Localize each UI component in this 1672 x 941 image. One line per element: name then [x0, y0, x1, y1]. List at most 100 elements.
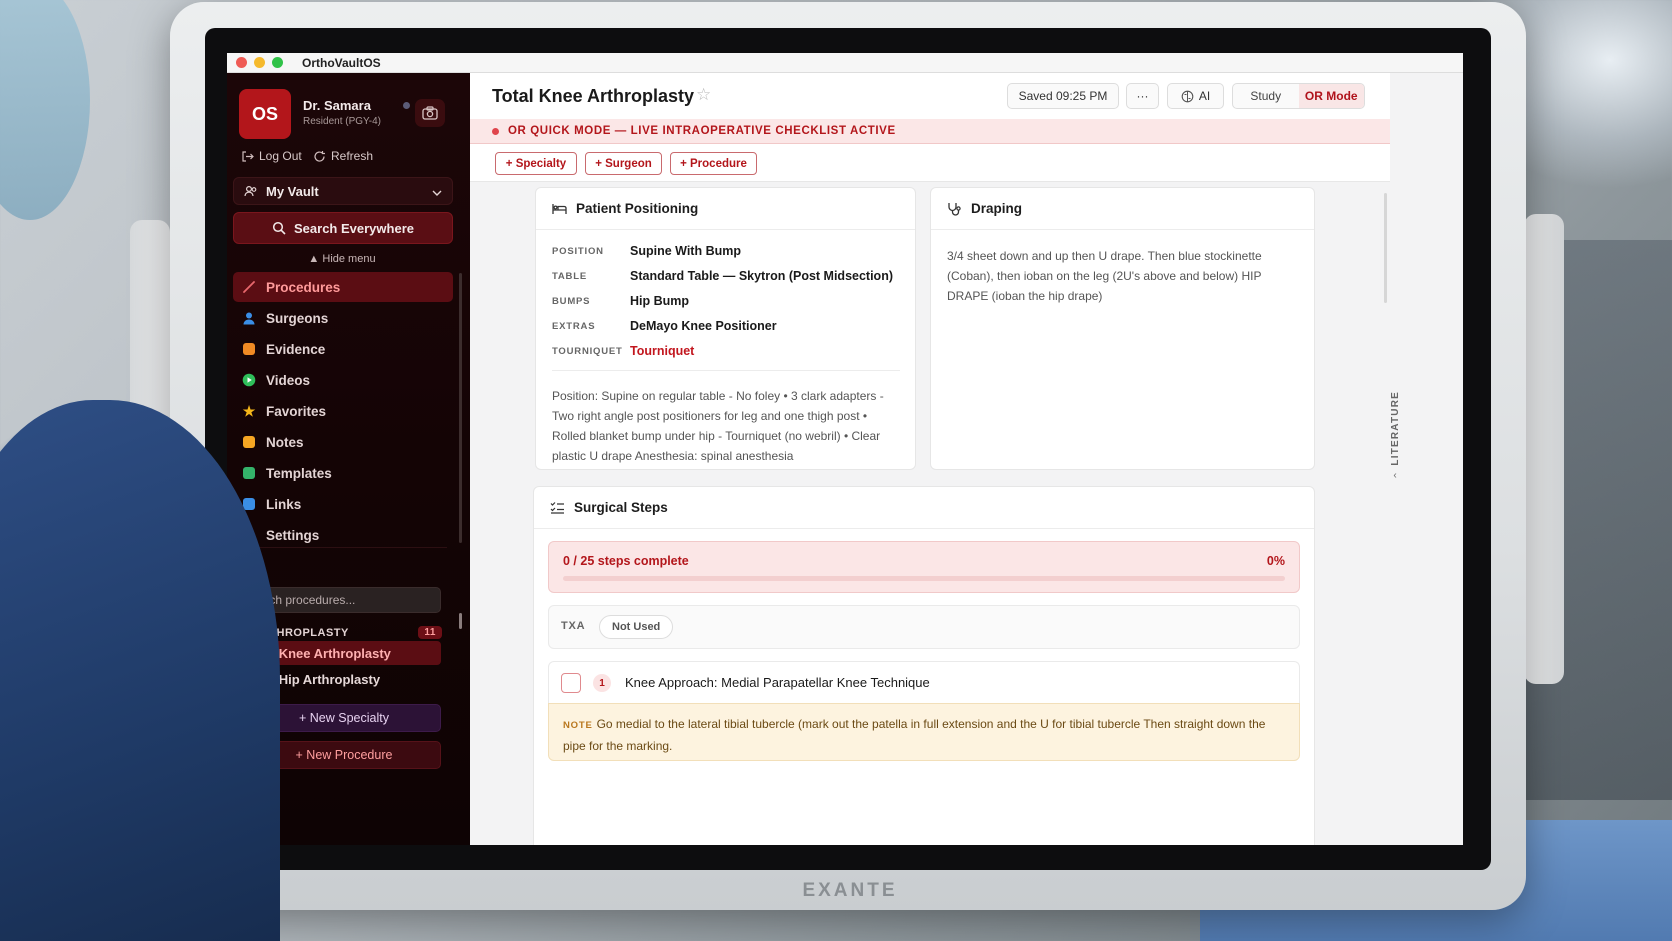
ai-label: AI: [1198, 89, 1211, 103]
hide-menu-toggle[interactable]: ▲ Hide menu: [227, 253, 457, 265]
progress-label: 0 / 25 steps complete: [563, 554, 689, 568]
camera-icon: [422, 106, 438, 120]
kv-key: POSITION: [552, 245, 604, 257]
tourniquet-row: TOURNIQUET Tourniquet: [552, 344, 694, 358]
or-banner-text: OR QUICK MODE — LIVE INTRAOPERATIVE CHEC…: [508, 125, 896, 137]
card-header: Surgical Steps: [534, 487, 1314, 529]
live-indicator-dot: [492, 127, 499, 135]
avatar[interactable]: OS: [239, 89, 291, 139]
study-mode-button[interactable]: Study: [1233, 84, 1299, 108]
kv-value: Hip Bump: [630, 294, 690, 308]
kv-key: TOURNIQUET: [552, 345, 623, 357]
page-title: Total Knee Arthroplasty: [492, 86, 695, 106]
user-name: Dr. Samara: [303, 98, 371, 113]
sidebar-item-surgeons[interactable]: Surgeons: [233, 303, 453, 333]
checklist-icon: [550, 502, 564, 514]
sidebar-item-procedures[interactable]: Procedures: [233, 272, 453, 302]
add-surgeon-button[interactable]: + Surgeon: [585, 152, 662, 175]
sidebar-item-label: Evidence: [266, 341, 326, 357]
monitor-brand: EXANTE: [802, 880, 898, 901]
caret-up-icon: ▲: [308, 253, 320, 265]
step-item: 1 Knee Approach: Medial Parapatellar Kne…: [548, 661, 1300, 703]
play-icon: [242, 373, 256, 387]
search-icon: [272, 221, 286, 235]
page-header: Total Knee Arthroplasty ☆ Saved 09:25 PM…: [470, 73, 1390, 119]
app-screen: OrthoVaultOS OS Dr. Samara Resident (PGY…: [227, 53, 1463, 845]
draping-card: Draping 3/4 sheet down and up then U dra…: [930, 187, 1315, 470]
position-row: POSITION Supine With Bump: [552, 244, 741, 258]
minimize-window-button[interactable]: [254, 57, 265, 68]
sidebar-item-favorites[interactable]: ★ Favorites: [233, 396, 453, 426]
sidebar-item-label: Procedures: [266, 279, 341, 295]
card-title: Draping: [971, 201, 1023, 216]
kv-value: Supine With Bump: [630, 244, 741, 258]
bed-icon: [552, 204, 567, 214]
note-tag: NOTE: [563, 720, 593, 731]
logout-label: Log Out: [259, 149, 302, 163]
txa-label: TXA: [561, 620, 586, 632]
status-dot: [403, 102, 410, 109]
add-procedure-button[interactable]: + Procedure: [670, 152, 757, 175]
bumps-row: BUMPS Hip Bump: [552, 294, 689, 308]
patient-positioning-card: Patient Positioning POSITION Supine With…: [535, 187, 916, 470]
sidebar-scrollbar[interactable]: [459, 273, 462, 543]
sidebar-item-settings[interactable]: ✷ Settings: [233, 520, 453, 550]
template-icon: [242, 466, 256, 480]
main-content: Total Knee Arthroplasty ☆ Saved 09:25 PM…: [470, 73, 1463, 845]
camera-button[interactable]: [415, 99, 445, 127]
vault-label: My Vault: [266, 183, 319, 199]
note-text: Go medial to the lateral tibial tubercle…: [563, 717, 1266, 753]
star-icon: ★: [242, 402, 256, 419]
logout-icon: [242, 150, 254, 162]
kv-key: EXTRAS: [552, 320, 596, 332]
card-header: Patient Positioning: [536, 188, 915, 230]
kv-value: DeMayo Knee Positioner: [630, 319, 777, 333]
sidebar-divider: [233, 547, 447, 548]
more-options-button[interactable]: ···: [1126, 83, 1159, 109]
card-header: Draping: [931, 188, 1314, 230]
ai-button[interactable]: AI: [1167, 83, 1224, 109]
sidebar-item-label: Links: [266, 496, 302, 512]
logout-button[interactable]: Log Out: [241, 149, 302, 163]
hide-menu-label: Hide menu: [322, 253, 376, 265]
txa-status-pill[interactable]: Not Used: [599, 615, 674, 639]
sidebar-nav: Procedures Surgeons Evidence Videos ★ Fa…: [233, 272, 453, 551]
add-specialty-button[interactable]: + Specialty: [495, 152, 577, 175]
sidebar-item-notes[interactable]: Notes: [233, 427, 453, 457]
sidebar-item-label: Surgeons: [266, 310, 329, 326]
maximize-window-button[interactable]: [272, 57, 283, 68]
progress-bar-track: [563, 576, 1285, 581]
sidebar-item-label: Notes: [266, 434, 304, 450]
step-number-badge: 1: [593, 674, 611, 692]
extras-row: EXTRAS DeMayo Knee Positioner: [552, 319, 777, 333]
or-mode-button[interactable]: OR Mode: [1298, 84, 1364, 108]
stethoscope-icon: [948, 202, 961, 216]
saved-status: Saved 09:25 PM: [1007, 83, 1119, 109]
chevron-left-icon: ‹: [1393, 469, 1397, 481]
main-scrollbar[interactable]: [1384, 193, 1387, 303]
steps-progress: 0 / 25 steps complete 0%: [548, 541, 1300, 593]
sidebar-item-evidence[interactable]: Evidence: [233, 334, 453, 364]
background-surgeon-mask: [0, 0, 90, 220]
refresh-button[interactable]: Refresh: [313, 149, 373, 163]
sidebar-item-videos[interactable]: Videos: [233, 365, 453, 395]
favorite-star-icon[interactable]: ☆: [696, 85, 711, 105]
sidebar-item-templates[interactable]: Templates: [233, 458, 453, 488]
divider: [552, 370, 900, 371]
surgical-steps-card: Surgical Steps 0 / 25 steps complete 0% …: [533, 486, 1315, 845]
step-note: NOTE Go medial to the lateral tibial tube…: [548, 703, 1300, 761]
user-role: Resident (PGY-4): [303, 116, 381, 127]
or-quick-mode-banner: OR QUICK MODE — LIVE INTRAOPERATIVE CHEC…: [470, 119, 1390, 144]
sidebar-item-label: Videos: [266, 372, 311, 388]
kv-key: TABLE: [552, 270, 587, 282]
literature-panel-tab[interactable]: LITERATURE ‹: [1385, 381, 1405, 491]
txa-row: TXA Not Used: [548, 605, 1300, 649]
sidebar-item-links[interactable]: Links: [233, 489, 453, 519]
step-checkbox[interactable]: [561, 673, 581, 693]
table-row: TABLE Standard Table — Skytron (Post Mid…: [552, 269, 893, 283]
vault-select[interactable]: My Vault: [233, 177, 453, 205]
close-window-button[interactable]: [236, 57, 247, 68]
sidebar-scrollbar-lower[interactable]: [459, 613, 462, 629]
users-icon: [244, 185, 257, 197]
search-everywhere-button[interactable]: Search Everywhere: [233, 212, 453, 244]
